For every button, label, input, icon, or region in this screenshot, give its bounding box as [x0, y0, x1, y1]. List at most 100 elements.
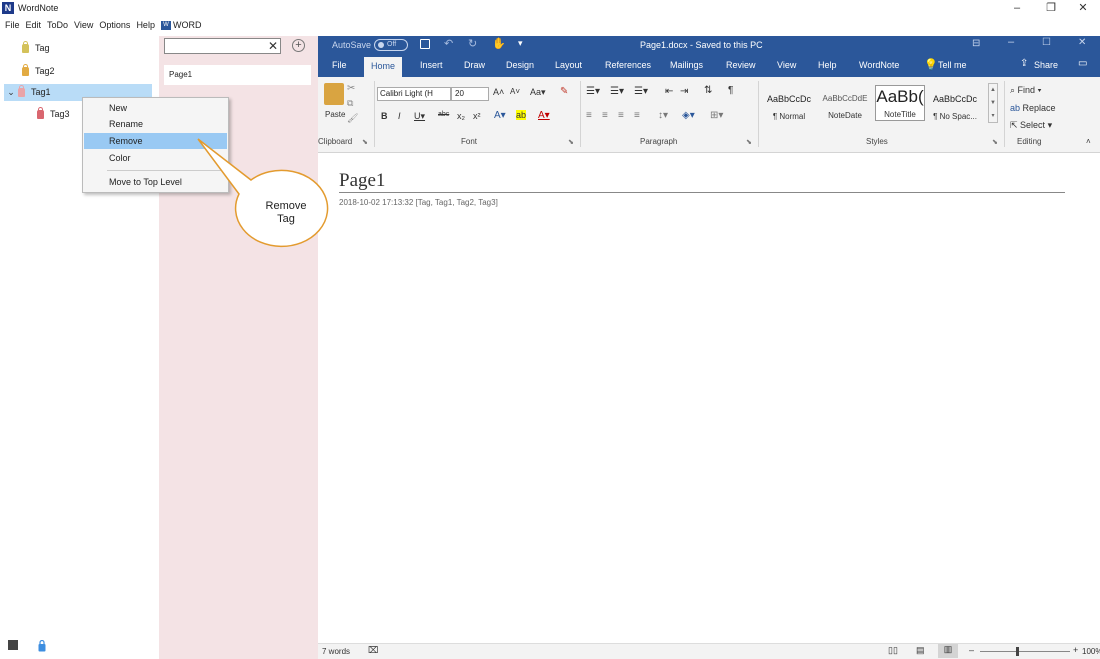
tab-file[interactable]: File: [332, 60, 347, 70]
proofing-icon[interactable]: ⌧: [368, 645, 378, 656]
touch-mode-icon[interactable]: ✋: [492, 37, 506, 50]
copy-icon[interactable]: ⧉: [347, 98, 353, 109]
word-maximize-icon[interactable]: ☐: [1042, 37, 1051, 48]
collapse-ribbon-icon[interactable]: ˄: [1086, 137, 1091, 146]
redo-icon[interactable]: ↻: [468, 37, 477, 50]
bold-icon[interactable]: B: [381, 111, 388, 121]
word-close-icon[interactable]: ✕: [1078, 37, 1086, 48]
numbering-icon[interactable]: ☰▾: [610, 86, 624, 97]
select-button[interactable]: ⇱ Select ▾: [1010, 120, 1052, 131]
tab-draw[interactable]: Draw: [464, 60, 485, 70]
align-center-icon[interactable]: ≡: [602, 110, 608, 121]
align-left-icon[interactable]: ≡: [586, 110, 592, 121]
find-button[interactable]: ⌕ Find ▾: [1010, 85, 1041, 96]
pilcrow-icon[interactable]: ¶: [728, 85, 733, 96]
menu-item-rename[interactable]: Rename: [84, 116, 227, 132]
bullets-icon[interactable]: ☰▾: [586, 86, 600, 97]
paste-label[interactable]: Paste: [325, 110, 345, 119]
customize-qat-icon[interactable]: ▾: [518, 38, 523, 49]
tab-design[interactable]: Design: [506, 60, 534, 70]
comments-icon[interactable]: ▭: [1078, 58, 1087, 69]
clear-formatting-icon[interactable]: ✎: [560, 86, 568, 97]
zoom-slider-thumb[interactable]: [1016, 647, 1019, 656]
line-spacing-icon[interactable]: ↕▾: [658, 110, 668, 121]
style-normal[interactable]: AaBbCcDc ¶ Normal: [764, 85, 814, 121]
web-layout-icon[interactable]: ▥: [938, 644, 958, 658]
add-page-button[interactable]: +: [292, 39, 305, 52]
justify-icon[interactable]: ≡: [634, 110, 640, 121]
menu-word[interactable]: W WORD: [160, 18, 201, 32]
highlight-icon[interactable]: ab: [516, 110, 527, 120]
tab-home[interactable]: Home: [364, 57, 402, 77]
tab-mailings[interactable]: Mailings: [670, 60, 703, 70]
word-count[interactable]: 7 words: [322, 647, 350, 656]
save-icon[interactable]: [420, 39, 430, 49]
style-no-spacing[interactable]: AaBbCcDc ¶ No Spac...: [930, 85, 980, 121]
align-right-icon[interactable]: ≡: [618, 110, 624, 121]
dialog-launcher-icon[interactable]: ⬊: [746, 138, 752, 146]
dialog-launcher-icon[interactable]: ⬊: [992, 138, 998, 146]
paste-icon[interactable]: [324, 83, 344, 105]
restore-button[interactable]: ❐: [1034, 0, 1068, 18]
zoom-slider[interactable]: [980, 651, 1070, 652]
tag-icon[interactable]: [38, 640, 46, 652]
italic-icon[interactable]: I: [398, 111, 401, 121]
subscript-icon[interactable]: x₂: [457, 111, 465, 121]
menu-options[interactable]: Options: [99, 18, 130, 32]
document-heading[interactable]: Page1: [339, 170, 385, 192]
style-notedate[interactable]: AaBbCcDdE NoteDate: [820, 85, 870, 121]
format-painter-icon[interactable]: 🖌: [347, 113, 358, 124]
tab-references[interactable]: References: [605, 60, 651, 70]
document-meta[interactable]: 2018-10-02 17:13:32 [Tag, Tag1, Tag2, Ta…: [339, 198, 498, 207]
menu-todo[interactable]: ToDo: [47, 18, 68, 32]
superscript-icon[interactable]: x²: [473, 111, 481, 121]
menu-view[interactable]: View: [74, 18, 93, 32]
undo-icon[interactable]: ↶: [444, 37, 453, 50]
tab-insert[interactable]: Insert: [420, 60, 443, 70]
chevron-down-icon[interactable]: ⌄: [4, 84, 18, 101]
note-icon[interactable]: [8, 640, 18, 650]
tag-item-tag[interactable]: Tag: [22, 40, 152, 57]
read-mode-icon[interactable]: ▯▯: [888, 645, 898, 656]
minimize-button[interactable]: –: [1000, 0, 1034, 18]
share-button[interactable]: Share: [1034, 60, 1058, 70]
tag-item-tag2[interactable]: Tag2: [22, 63, 152, 80]
text-effects-icon[interactable]: A▾: [494, 110, 506, 121]
grow-font-icon[interactable]: A˄: [493, 87, 504, 97]
menu-help[interactable]: Help: [136, 18, 155, 32]
zoom-in-icon[interactable]: +: [1073, 645, 1078, 655]
sort-icon[interactable]: ⇅: [704, 85, 712, 96]
tab-review[interactable]: Review: [726, 60, 756, 70]
autosave-toggle[interactable]: Off: [374, 39, 408, 51]
font-name-select[interactable]: Calibri Light (H: [377, 87, 451, 101]
borders-icon[interactable]: ⊞▾: [710, 110, 723, 121]
dialog-launcher-icon[interactable]: ⬊: [568, 138, 574, 146]
page-list-item[interactable]: Page1: [164, 65, 311, 85]
underline-icon[interactable]: U▾: [414, 111, 425, 122]
multilevel-list-icon[interactable]: ☰▾: [634, 86, 648, 97]
shading-icon[interactable]: ◈▾: [682, 110, 695, 121]
decrease-indent-icon[interactable]: ⇤: [665, 86, 673, 97]
dialog-launcher-icon[interactable]: ⬊: [362, 138, 368, 146]
zoom-out-icon[interactable]: –: [969, 645, 974, 655]
shrink-font-icon[interactable]: A˅: [510, 87, 520, 96]
cut-icon[interactable]: ✂: [347, 83, 355, 94]
tab-view[interactable]: View: [777, 60, 796, 70]
tab-help[interactable]: Help: [818, 60, 837, 70]
font-size-select[interactable]: 20: [451, 87, 489, 101]
word-minimize-icon[interactable]: –: [1008, 36, 1014, 48]
tab-layout[interactable]: Layout: [555, 60, 582, 70]
change-case-icon[interactable]: Aa▾: [530, 87, 546, 98]
search-input[interactable]: ✕: [164, 38, 281, 54]
tab-tell-me[interactable]: Tell me: [938, 60, 967, 70]
clear-icon[interactable]: ✕: [268, 39, 278, 53]
menu-edit[interactable]: Edit: [26, 18, 42, 32]
ribbon-options-icon[interactable]: ⊟: [972, 38, 980, 49]
strikethrough-icon[interactable]: abc: [438, 111, 449, 118]
styles-scroll[interactable]: ▲ ▼ ▾: [988, 83, 998, 123]
tab-wordnote[interactable]: WordNote: [859, 60, 899, 70]
increase-indent-icon[interactable]: ⇥: [680, 86, 688, 97]
close-button[interactable]: ✕: [1066, 0, 1100, 18]
style-notetitle[interactable]: AaBb( NoteTitle: [875, 85, 925, 121]
menu-item-new[interactable]: New: [84, 100, 227, 116]
